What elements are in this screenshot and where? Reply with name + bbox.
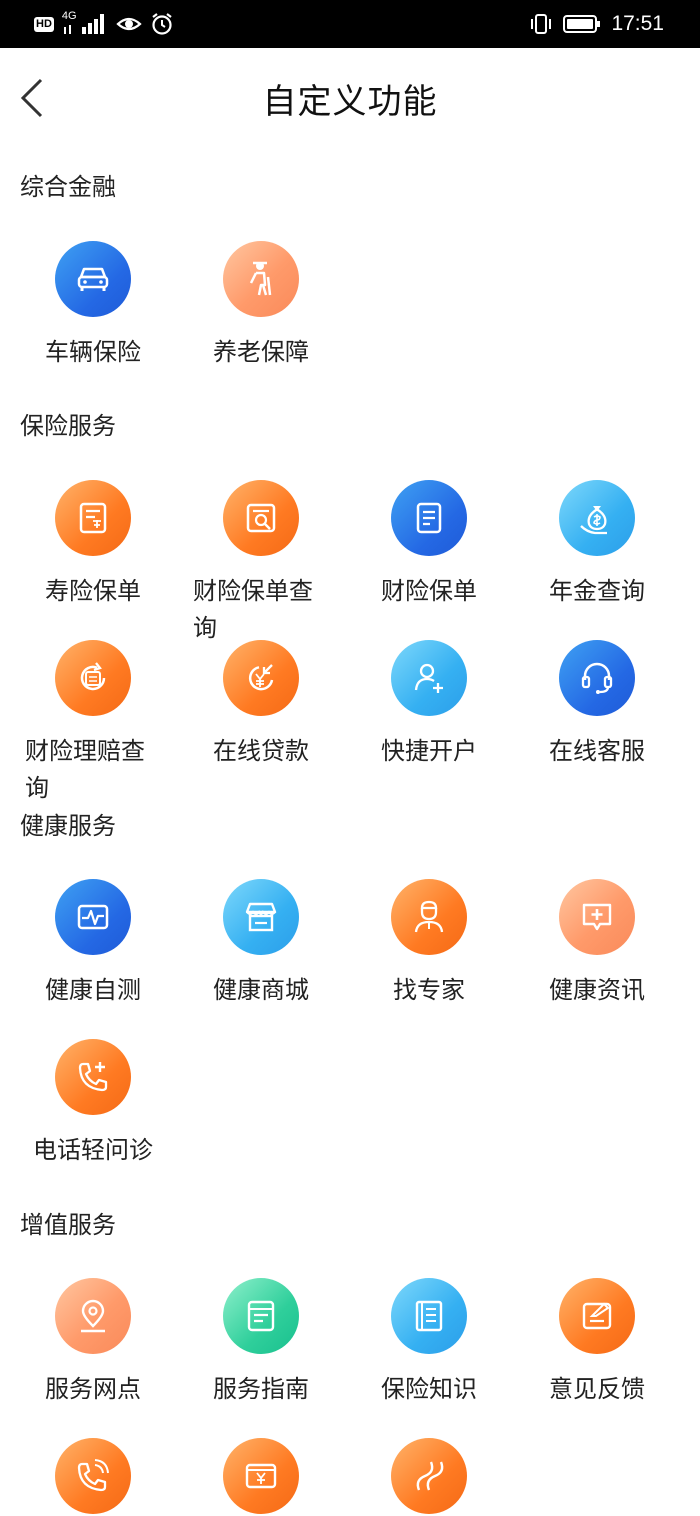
status-time: 17:51 bbox=[611, 12, 664, 35]
hd-icon: HD bbox=[34, 16, 54, 32]
feature-label: 健康商城 bbox=[213, 976, 309, 1004]
headset-icon bbox=[559, 640, 635, 716]
road-icon bbox=[391, 1438, 467, 1514]
feature-label: 车辆保险 bbox=[45, 338, 141, 366]
nav-bar: 自定义功能 bbox=[0, 48, 700, 148]
life-policy-icon bbox=[55, 480, 131, 556]
policy-search-icon bbox=[223, 480, 299, 556]
feature-label: 快捷开户 bbox=[381, 737, 477, 765]
document-icon bbox=[391, 480, 467, 556]
phone-call-icon bbox=[55, 1438, 131, 1514]
section-title-health-services: 健康服务 bbox=[20, 812, 116, 840]
yuan-card-icon bbox=[223, 1438, 299, 1514]
section-title-integrated-finance: 综合金融 bbox=[20, 173, 116, 201]
doctor-icon bbox=[391, 879, 467, 955]
feature-label: 意见反馈 bbox=[549, 1375, 645, 1403]
feature-label: 财险保单 bbox=[381, 577, 477, 605]
feature-label: 在线贷款 bbox=[213, 737, 309, 765]
medical-chat-icon bbox=[559, 879, 635, 955]
phone-plus-icon bbox=[55, 1039, 131, 1115]
car-icon bbox=[55, 241, 131, 317]
money-bag-icon bbox=[559, 480, 635, 556]
claim-icon bbox=[55, 640, 131, 716]
signal-icon: 4G bbox=[62, 10, 108, 36]
feature-label: 健康资讯 bbox=[549, 976, 645, 1004]
page-title: 自定义功能 bbox=[262, 82, 438, 122]
feedback-icon bbox=[559, 1278, 635, 1354]
elderly-icon bbox=[223, 241, 299, 317]
store-icon bbox=[223, 879, 299, 955]
status-bar: HD 4G 17:51 bbox=[0, 0, 700, 48]
section-title-insurance-services: 保险服务 bbox=[20, 412, 116, 440]
feature-label: 找专家 bbox=[393, 976, 465, 1004]
feature-label: 服务指南 bbox=[213, 1375, 309, 1403]
feature-label: 保险知识 bbox=[381, 1375, 477, 1403]
status-right: 17:51 bbox=[529, 10, 664, 38]
status-left: HD 4G bbox=[34, 10, 174, 38]
alarm-icon bbox=[150, 12, 174, 36]
book-icon bbox=[391, 1278, 467, 1354]
feature-label: 电话轻问诊 bbox=[33, 1136, 153, 1164]
feature-label: 健康自测 bbox=[45, 976, 141, 1004]
feature-label: 年金查询 bbox=[549, 577, 645, 605]
section-title-value-added-services: 增值服务 bbox=[20, 1211, 116, 1239]
vibrate-icon bbox=[529, 12, 553, 36]
yuan-loan-icon bbox=[223, 640, 299, 716]
feature-label: 养老保障 bbox=[213, 338, 309, 366]
feature-label: 服务网点 bbox=[45, 1375, 141, 1403]
guide-icon bbox=[223, 1278, 299, 1354]
heartbeat-icon bbox=[55, 879, 131, 955]
location-icon bbox=[55, 1278, 131, 1354]
feature-label: 财险理赔查询 bbox=[25, 737, 145, 802]
feature-label: 在线客服 bbox=[549, 737, 645, 765]
eye-icon bbox=[116, 12, 142, 36]
feature-label: 财险保单查询 bbox=[193, 577, 313, 642]
add-user-icon bbox=[391, 640, 467, 716]
battery-icon bbox=[563, 14, 601, 34]
feature-label: 寿险保单 bbox=[45, 577, 141, 605]
